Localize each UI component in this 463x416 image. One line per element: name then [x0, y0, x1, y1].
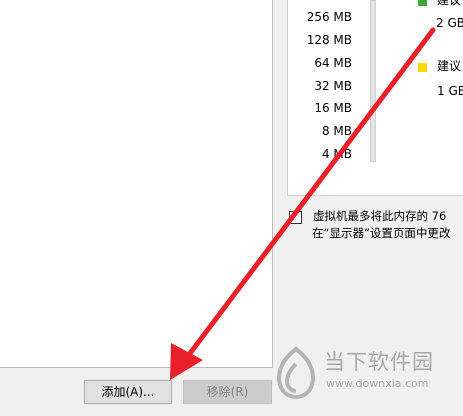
- display-note-line1: 虚拟机最多将此内存的 76: [313, 209, 447, 223]
- scale-label-128mb: 128 MB: [306, 33, 352, 47]
- scale-label-8mb: 8 MB: [321, 124, 352, 138]
- scale-label-256mb: 256 MB: [306, 10, 352, 24]
- remove-button: 移除(R): [183, 380, 272, 404]
- scale-label-32mb: 32 MB: [314, 79, 352, 93]
- recommended-max-swatch: [418, 0, 427, 6]
- memory-slider-panel: 256 MB 128 MB 64 MB 32 MB 16 MB 8 MB 4 M…: [287, 0, 463, 196]
- watermark-logo-icon: [276, 346, 316, 400]
- scale-label-64mb: 64 MB: [314, 56, 352, 70]
- memory-slider-track[interactable]: [370, 0, 376, 162]
- recommended-min-label: 建议: [437, 59, 462, 73]
- scale-label-4mb: 4 MB: [321, 147, 352, 161]
- watermark-title: 当下软件园: [324, 350, 434, 374]
- recommended-max-value: 2 GB: [436, 16, 463, 30]
- recommended-min-swatch: [418, 63, 427, 72]
- recommended-max-label: 建议: [437, 0, 462, 7]
- display-memory-checkbox[interactable]: [289, 211, 302, 224]
- add-button[interactable]: 添加(A)...: [84, 380, 172, 404]
- watermark-url: www.downxia.com: [326, 377, 429, 390]
- recommended-min-value: 1 GB: [437, 84, 463, 98]
- scale-label-16mb: 16 MB: [314, 101, 352, 115]
- hardware-list-panel[interactable]: [0, 0, 273, 368]
- display-note-line2: 在“显示器”设置页面中更改: [312, 226, 451, 240]
